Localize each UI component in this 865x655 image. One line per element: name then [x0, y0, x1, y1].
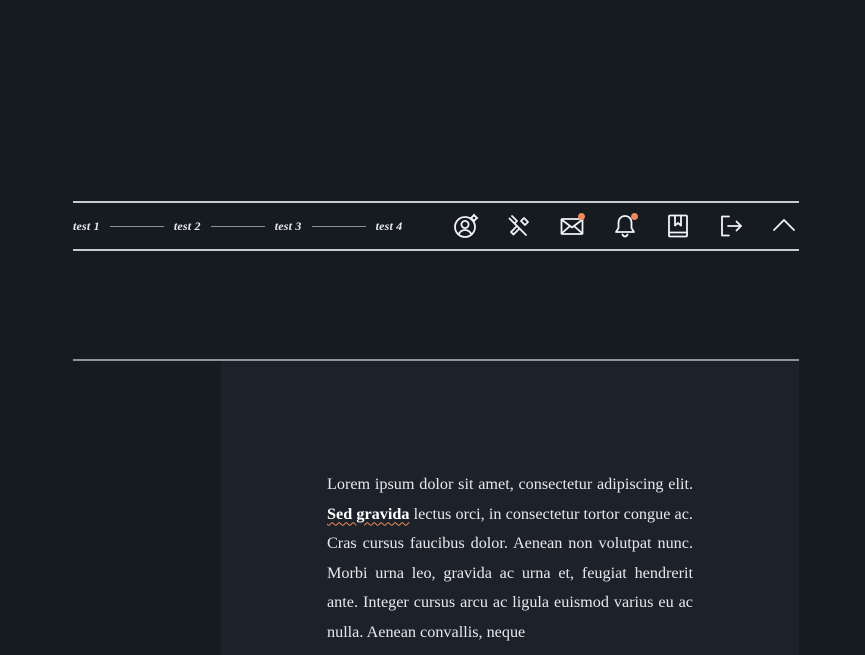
tools-button[interactable] [504, 211, 534, 241]
library-button[interactable] [663, 211, 693, 241]
messages-button[interactable] [557, 211, 587, 241]
collapse-button[interactable] [769, 211, 799, 241]
document-panel: Lorem ipsum dolor sit amet, consectetur … [221, 361, 799, 655]
bookmark-book-icon [668, 214, 688, 238]
toolbar-icons [451, 203, 799, 249]
notifications-button[interactable] [610, 211, 640, 241]
document-paragraph[interactable]: Lorem ipsum dolor sit amet, consectetur … [327, 470, 693, 648]
step-3[interactable]: test 3 [275, 219, 302, 234]
spellcheck-highlight[interactable]: Sed gravida [327, 505, 409, 523]
wrench-icon [508, 215, 529, 236]
logout-button[interactable] [716, 211, 746, 241]
top-navigation-bar: test 1 test 2 test 3 test 4 [73, 201, 799, 251]
unread-badge [578, 213, 585, 220]
step-1[interactable]: test 1 [73, 219, 100, 234]
step-4[interactable]: test 4 [376, 219, 403, 234]
notification-badge [631, 213, 638, 220]
paragraph-text-end: lectus orci, in consectetur tortor congu… [327, 504, 693, 641]
step-connector [109, 225, 164, 227]
user-settings-icon [454, 213, 479, 238]
logout-icon [721, 215, 742, 237]
user-settings-button[interactable] [451, 211, 481, 241]
step-2[interactable]: test 2 [174, 219, 201, 234]
chevron-up-icon [773, 219, 795, 231]
step-indicator: test 1 test 2 test 3 test 4 [73, 203, 403, 249]
step-connector [210, 225, 265, 227]
paragraph-text-start: Lorem ipsum dolor sit amet, consectetur … [327, 475, 693, 493]
step-connector [311, 225, 366, 227]
